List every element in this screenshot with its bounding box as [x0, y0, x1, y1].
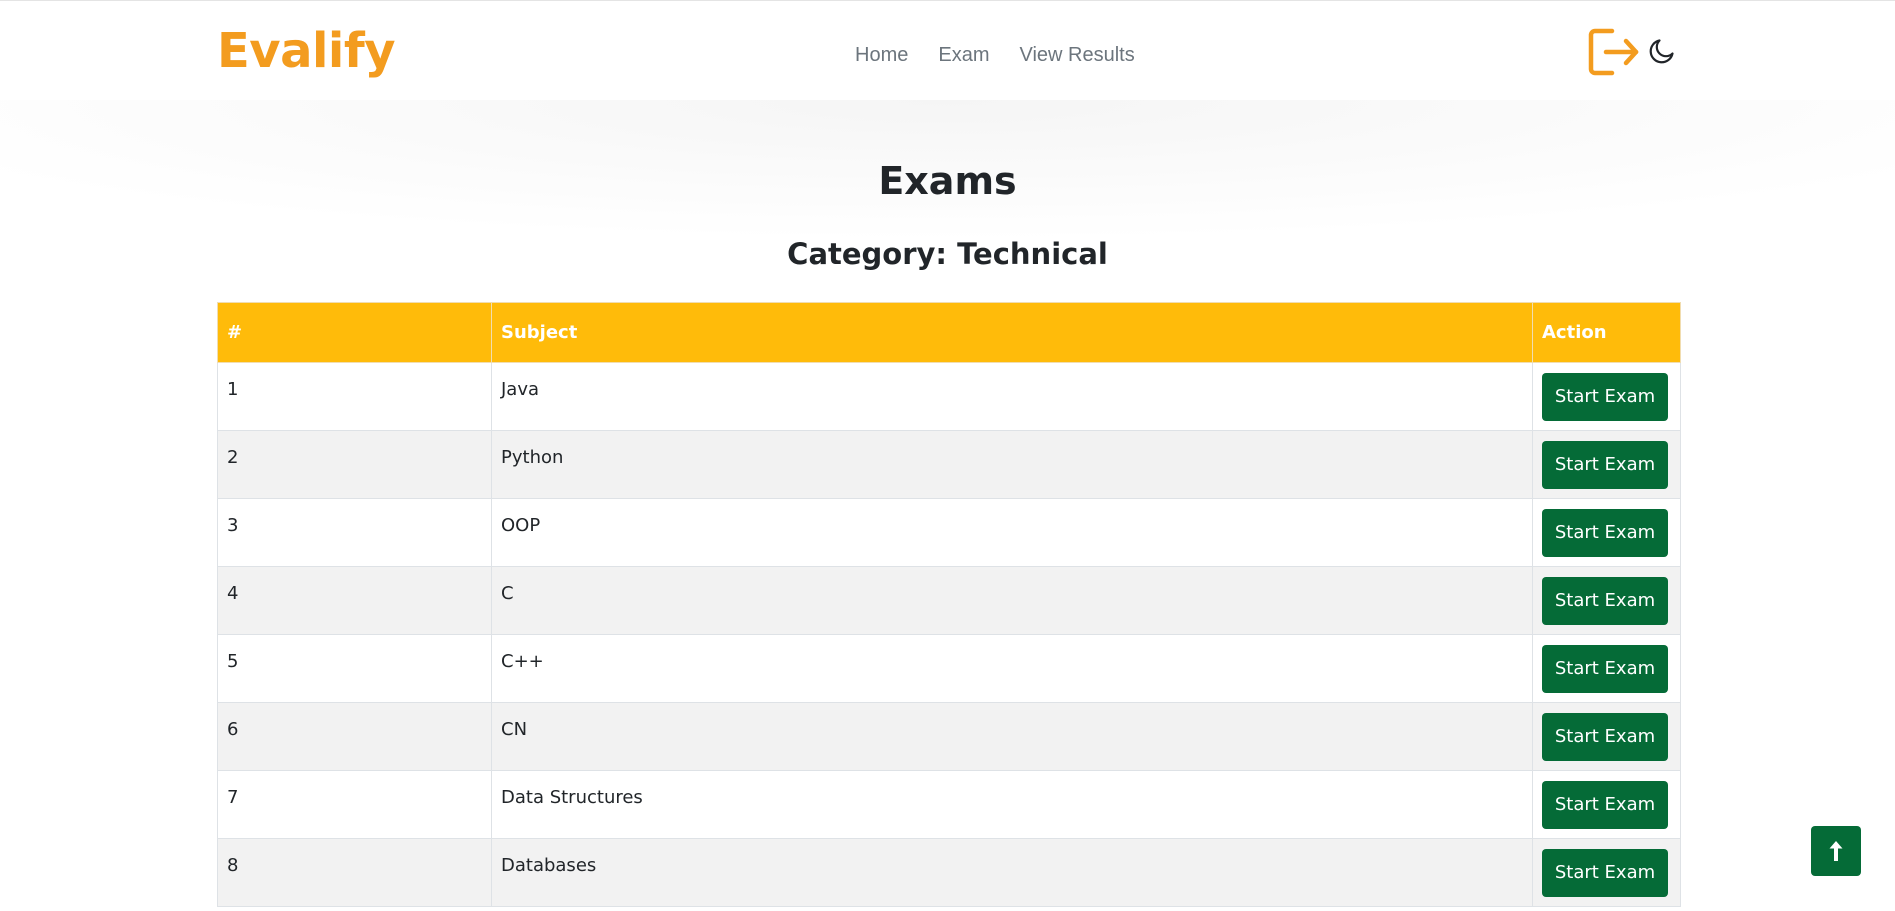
arrow-up-icon: [1829, 841, 1843, 861]
row-number-cell: 4: [217, 566, 492, 635]
moon-icon[interactable]: [1648, 37, 1676, 65]
row-number-cell: 7: [217, 770, 492, 839]
start-exam-button[interactable]: Start Exam: [1542, 440, 1668, 489]
subject-cell: Java: [491, 362, 1533, 431]
action-cell: Start Exam: [1532, 498, 1681, 567]
row-number-cell: 3: [217, 498, 492, 567]
row-number: 2: [227, 447, 239, 468]
action-cell: Start Exam: [1532, 430, 1681, 499]
start-exam-button[interactable]: Start Exam: [1542, 372, 1668, 421]
table-row: 3 OOP Start Exam: [217, 498, 1681, 567]
table-row: 6 CN Start Exam: [217, 702, 1681, 771]
subject-name: Python: [501, 447, 564, 468]
row-number-cell: 2: [217, 430, 492, 499]
logout-icon[interactable]: [1588, 27, 1640, 77]
table-row: 8 Databases Start Exam: [217, 838, 1681, 907]
row-number: 7: [227, 787, 239, 808]
row-number: 6: [227, 719, 239, 740]
nav-links: Home Exam View Results: [840, 43, 1150, 67]
brand-logo[interactable]: Evalify: [217, 23, 396, 79]
nav-link-view-results[interactable]: View Results: [1004, 43, 1149, 67]
table-header-row: # Subject Action: [217, 302, 1681, 363]
action-cell: Start Exam: [1532, 770, 1681, 839]
subject-cell: Python: [491, 430, 1533, 499]
row-number: 4: [227, 583, 239, 604]
table-row: 7 Data Structures Start Exam: [217, 770, 1681, 839]
row-number: 1: [227, 379, 239, 400]
subject-name: OOP: [501, 515, 541, 536]
table-row: 4 C Start Exam: [217, 566, 1681, 635]
subject-name: Data Structures: [501, 787, 643, 808]
category-title: Category: Technical: [787, 237, 1108, 271]
start-exam-button[interactable]: Start Exam: [1542, 780, 1668, 829]
start-exam-button[interactable]: Start Exam: [1542, 508, 1668, 557]
row-number-cell: 8: [217, 838, 492, 907]
action-cell: Start Exam: [1532, 702, 1681, 771]
action-cell: Start Exam: [1532, 838, 1681, 907]
navbar: Evalify Home Exam View Results: [0, 1, 1895, 101]
subject-cell: Data Structures: [491, 770, 1533, 839]
row-number: 8: [227, 855, 239, 876]
nav-link-home[interactable]: Home: [840, 43, 923, 67]
table-row: 1 Java Start Exam: [217, 362, 1681, 431]
table-row: 5 C++ Start Exam: [217, 634, 1681, 703]
nav-link-exam[interactable]: Exam: [923, 43, 1004, 67]
subject-name: Java: [501, 379, 540, 400]
row-number: 3: [227, 515, 239, 536]
start-exam-button[interactable]: Start Exam: [1542, 644, 1668, 693]
column-header-action: Action: [1532, 302, 1681, 363]
subject-name: CN: [501, 719, 528, 740]
action-cell: Start Exam: [1532, 566, 1681, 635]
exams-table-container: # Subject Action 1 Java Start Exam 2 Pyt…: [217, 302, 1681, 907]
start-exam-button[interactable]: Start Exam: [1542, 712, 1668, 761]
action-cell: Start Exam: [1532, 634, 1681, 703]
back-to-top-button[interactable]: [1811, 826, 1861, 876]
subject-name: Databases: [501, 855, 597, 876]
subject-cell: OOP: [491, 498, 1533, 567]
page-title: Exams: [878, 159, 1017, 203]
subject-cell: C++: [491, 634, 1533, 703]
subject-cell: Databases: [491, 838, 1533, 907]
row-number-cell: 5: [217, 634, 492, 703]
start-exam-button[interactable]: Start Exam: [1542, 576, 1668, 625]
row-number: 5: [227, 651, 239, 672]
column-header-number: #: [217, 302, 492, 363]
subject-name: C: [501, 583, 514, 604]
row-number-cell: 6: [217, 702, 492, 771]
exams-table: # Subject Action 1 Java Start Exam 2 Pyt…: [217, 302, 1681, 907]
column-header-subject: Subject: [491, 302, 1533, 363]
action-cell: Start Exam: [1532, 362, 1681, 431]
row-number-cell: 1: [217, 362, 492, 431]
subject-cell: C: [491, 566, 1533, 635]
table-row: 2 Python Start Exam: [217, 430, 1681, 499]
start-exam-button[interactable]: Start Exam: [1542, 848, 1668, 897]
subject-name: C++: [501, 651, 544, 672]
subject-cell: CN: [491, 702, 1533, 771]
